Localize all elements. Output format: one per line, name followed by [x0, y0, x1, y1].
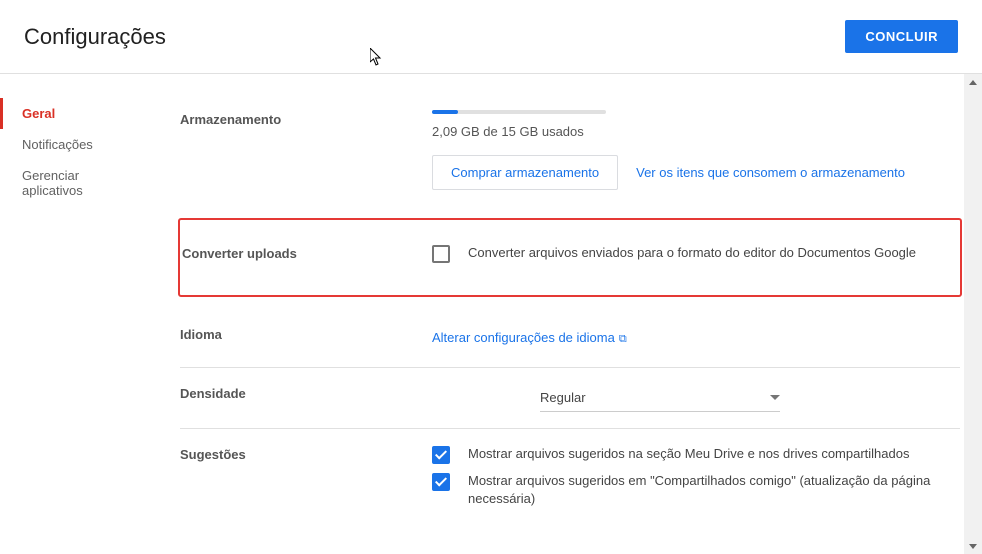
suggestion-2-row: Mostrar arquivos sugeridos em "Compartil…: [432, 472, 960, 508]
language-label: Idioma: [180, 325, 432, 351]
scroll-track[interactable]: [964, 90, 982, 538]
density-value: Regular: [540, 390, 770, 405]
scroll-up-button[interactable]: [964, 74, 982, 90]
buy-storage-button[interactable]: Comprar armazenamento: [432, 155, 618, 190]
scrollbar[interactable]: [964, 74, 982, 554]
suggestion-1-checkbox[interactable]: [432, 446, 450, 464]
storage-actions: Comprar armazenamento Ver os itens que c…: [432, 155, 960, 190]
chevron-up-icon: [969, 80, 977, 85]
section-convert-uploads: Converter uploads Converter arquivos env…: [178, 218, 962, 297]
view-storage-link[interactable]: Ver os itens que consomem o armazenament…: [636, 160, 905, 186]
convert-checkbox-row: Converter arquivos enviados para o forma…: [432, 244, 960, 263]
storage-usage-text: 2,09 GB de 15 GB usados: [432, 124, 960, 139]
settings-main: Armazenamento 2,09 GB de 15 GB usados Co…: [158, 74, 982, 554]
section-storage: Armazenamento 2,09 GB de 15 GB usados Co…: [180, 94, 960, 206]
chevron-down-icon: [969, 544, 977, 549]
content-area: Geral Notificações Gerenciar aplicativos…: [0, 74, 982, 554]
suggestion-1-row: Mostrar arquivos sugeridos na seção Meu …: [432, 445, 960, 464]
chevron-down-icon: [770, 395, 780, 400]
convert-checkbox[interactable]: [432, 245, 450, 263]
convert-label: Converter uploads: [180, 244, 432, 271]
language-body: Alterar configurações de idioma⧉: [432, 325, 960, 351]
sidebar-item-general[interactable]: Geral: [0, 98, 158, 129]
suggestion-1-label: Mostrar arquivos sugeridos na seção Meu …: [468, 445, 909, 463]
convert-body: Converter arquivos enviados para o forma…: [432, 244, 960, 271]
density-body: Regular: [432, 384, 960, 412]
sidebar-item-manage-apps[interactable]: Gerenciar aplicativos: [0, 160, 158, 206]
density-select[interactable]: Regular: [540, 384, 780, 412]
page-title: Configurações: [24, 24, 166, 50]
suggestions-label: Sugestões: [180, 445, 432, 516]
external-link-icon: ⧉: [619, 333, 627, 345]
scroll-down-button[interactable]: [964, 538, 982, 554]
settings-header: Configurações CONCLUIR: [0, 0, 982, 74]
storage-label: Armazenamento: [180, 110, 432, 190]
storage-progress: [432, 110, 606, 114]
density-label: Densidade: [180, 384, 432, 412]
suggestion-2-checkbox[interactable]: [432, 473, 450, 491]
section-language: Idioma Alterar configurações de idioma⧉: [180, 309, 960, 368]
suggestions-body: Mostrar arquivos sugeridos na seção Meu …: [432, 445, 960, 516]
sidebar-item-notifications[interactable]: Notificações: [0, 129, 158, 160]
section-suggestions: Sugestões Mostrar arquivos sugeridos na …: [180, 429, 960, 532]
storage-body: 2,09 GB de 15 GB usados Comprar armazena…: [432, 110, 960, 190]
section-density: Densidade Regular: [180, 368, 960, 429]
done-button[interactable]: CONCLUIR: [845, 20, 958, 53]
convert-checkbox-label: Converter arquivos enviados para o forma…: [468, 244, 916, 262]
storage-progress-fill: [432, 110, 458, 114]
settings-sidebar: Geral Notificações Gerenciar aplicativos: [0, 74, 158, 554]
language-link[interactable]: Alterar configurações de idioma⧉: [432, 330, 627, 345]
suggestion-2-label: Mostrar arquivos sugeridos em "Compartil…: [468, 472, 960, 508]
